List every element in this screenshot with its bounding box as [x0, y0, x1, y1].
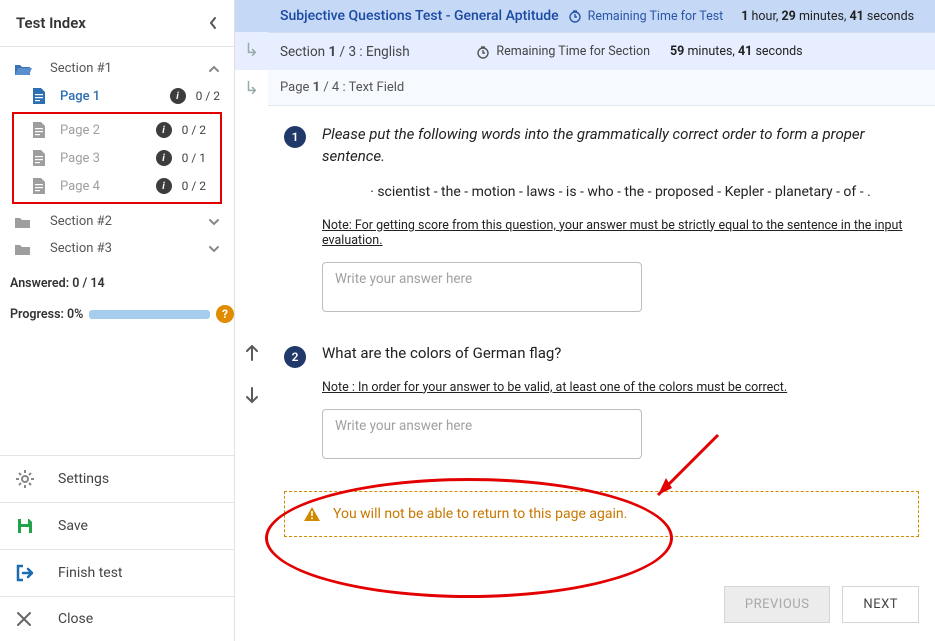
subdir-icon: ↳	[235, 32, 268, 68]
page-count: 0 / 2	[182, 179, 206, 193]
close-label: Close	[58, 611, 93, 627]
chevron-down-icon	[208, 218, 220, 226]
info-dot-icon: i	[156, 150, 172, 166]
warning-text: You will not be able to return to this p…	[333, 506, 627, 522]
footer-nav: PREVIOUS NEXT	[268, 574, 935, 641]
page-count: 0 / 2	[196, 89, 220, 103]
sidebar: Test Index Section #1 Page 1 i 0 / 2	[0, 0, 235, 641]
page-label: Page 2	[60, 123, 156, 138]
arrow-down-icon[interactable]	[244, 386, 260, 404]
page-row-2[interactable]: Page 2 i 0 / 2	[14, 116, 220, 144]
answer-input-1[interactable]	[322, 262, 642, 312]
question-2: 2 What are the colors of German flag? No…	[284, 344, 919, 463]
page-icon	[32, 122, 50, 138]
annotation-highlight-box: Page 2 i 0 / 2 Page 3 i 0 / 1 Page 4 i 0…	[12, 112, 222, 204]
folder-icon	[14, 215, 32, 229]
section-indicator: Section 1 / 3 : English	[280, 44, 476, 60]
clock-icon	[476, 45, 490, 59]
question-note: Note: For getting score from this questi…	[322, 218, 919, 248]
exit-icon	[16, 564, 38, 582]
save-label: Save	[58, 518, 88, 534]
page-indicator: Page 1 / 4 : Text Field	[280, 80, 404, 95]
subdir-icon: ↳	[235, 70, 268, 106]
rail-top-accent	[235, 0, 268, 32]
page-row-3[interactable]: Page 3 i 0 / 1	[14, 144, 220, 172]
page-count: 0 / 1	[182, 151, 206, 165]
page-icon	[32, 88, 50, 104]
question-note: Note : In order for your answer to be va…	[322, 380, 919, 395]
test-timer-label: Remaining Time for Test	[568, 9, 724, 24]
finish-label: Finish test	[58, 565, 123, 581]
next-button[interactable]: NEXT	[842, 586, 919, 623]
question-words: · scientist - the - motion - laws - is -…	[322, 184, 919, 200]
save-button[interactable]: Save	[0, 502, 234, 549]
page-label: Page 4	[60, 179, 156, 194]
page-label: Page 1	[60, 89, 170, 104]
progress-row: Progress: 0% ?	[0, 297, 234, 335]
close-icon	[16, 611, 38, 627]
save-icon	[16, 517, 38, 535]
chevron-left-icon[interactable]	[208, 16, 218, 30]
gear-icon	[16, 470, 38, 488]
progress-bar	[89, 310, 210, 319]
settings-button[interactable]: Settings	[0, 455, 234, 502]
test-header-bar: Subjective Questions Test - General Apti…	[268, 0, 935, 32]
sidebar-body: Section #1 Page 1 i 0 / 2 Page 2 i 0 / 2	[0, 47, 234, 455]
test-title: Subjective Questions Test - General Apti…	[280, 8, 568, 24]
rail-section-accent: ↳	[235, 32, 268, 70]
info-dot-icon: i	[156, 178, 172, 194]
progress-label: Progress: 0%	[10, 307, 83, 322]
previous-button: PREVIOUS	[724, 586, 831, 623]
clock-icon	[568, 9, 582, 23]
info-dot-icon: i	[156, 122, 172, 138]
section-row-3[interactable]: Section #3	[0, 235, 234, 262]
section-timer-value: 59 minutes, 41 seconds	[670, 44, 803, 59]
page-row-1[interactable]: Page 1 i 0 / 2	[0, 82, 234, 110]
answered-count: Answered: 0 / 14	[0, 262, 234, 297]
question-text: Please put the following words into the …	[322, 124, 919, 168]
folder-open-icon	[14, 62, 32, 76]
arrow-up-icon[interactable]	[244, 344, 260, 362]
main-area: Subjective Questions Test - General Apti…	[268, 0, 935, 641]
page-count: 0 / 2	[182, 123, 206, 137]
section-timer-label: Remaining Time for Section	[476, 44, 650, 59]
warning-icon	[303, 506, 321, 522]
info-dot-icon: i	[170, 88, 186, 104]
sidebar-header: Test Index	[0, 0, 234, 47]
page-header-bar: Page 1 / 4 : Text Field	[268, 70, 935, 106]
page-label: Page 3	[60, 151, 156, 166]
page-icon	[32, 150, 50, 166]
folder-icon	[14, 242, 32, 256]
test-timer-value: 1 hour, 29 minutes, 41 seconds	[741, 9, 914, 24]
help-icon[interactable]: ?	[216, 305, 234, 323]
question-number: 1	[284, 126, 306, 148]
section-label: Section #2	[50, 214, 208, 229]
section-row-1[interactable]: Section #1	[0, 55, 234, 82]
chevron-down-icon	[208, 245, 220, 253]
chevron-up-icon	[208, 65, 220, 73]
sidebar-title: Test Index	[16, 14, 86, 32]
nav-rail: ↳ ↳	[235, 0, 268, 641]
section-row-2[interactable]: Section #2	[0, 208, 234, 235]
question-content: 1 Please put the following words into th…	[268, 106, 935, 574]
section-header-bar: Section 1 / 3 : English Remaining Time f…	[268, 32, 935, 70]
question-number: 2	[284, 346, 306, 368]
warning-banner: You will not be able to return to this p…	[284, 491, 919, 537]
question-text: What are the colors of German flag?	[322, 344, 919, 362]
question-1: 1 Please put the following words into th…	[284, 124, 919, 316]
section-label: Section #1	[50, 61, 208, 76]
page-row-4[interactable]: Page 4 i 0 / 2	[14, 172, 220, 200]
close-button[interactable]: Close	[0, 596, 234, 641]
answer-input-2[interactable]	[322, 409, 642, 459]
page-icon	[32, 178, 50, 194]
section-label: Section #3	[50, 241, 208, 256]
settings-label: Settings	[58, 471, 109, 487]
finish-button[interactable]: Finish test	[0, 549, 234, 596]
